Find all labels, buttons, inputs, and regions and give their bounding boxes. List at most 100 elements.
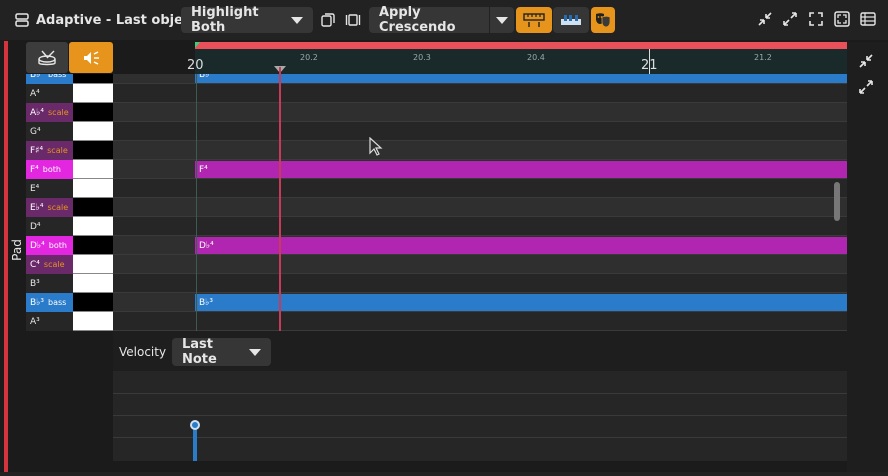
midi-note-label: B♭⁴ — [199, 74, 214, 80]
piano-key-swatch[interactable] — [73, 217, 113, 236]
ruler-icon — [523, 13, 545, 27]
grid-row[interactable] — [113, 312, 847, 331]
piano-key-label: A³ — [26, 312, 73, 331]
keyboard-button[interactable] — [553, 7, 589, 33]
piano-key-tag: bass — [48, 74, 67, 79]
collapse-button[interactable] — [756, 10, 774, 28]
list-icon — [860, 12, 876, 26]
note-grid[interactable]: B♭⁴ F⁴ D♭⁴ B♭³ — [113, 74, 847, 331]
piano-key-swatch[interactable] — [73, 274, 113, 293]
speaker-icon — [84, 50, 99, 65]
piano-key-swatch[interactable] — [73, 293, 113, 312]
expand-button[interactable] — [781, 10, 799, 28]
piano-key-label: D⁴ — [26, 217, 73, 236]
grid-row[interactable] — [113, 122, 847, 141]
piano-key[interactable]: A♭⁴ scale — [26, 103, 113, 122]
piano-key[interactable]: F⁴ both — [26, 160, 113, 179]
midi-note[interactable]: B♭⁴ — [195, 74, 847, 83]
midi-note[interactable]: B♭³ — [195, 294, 847, 311]
vertical-scrollbar-thumb[interactable] — [834, 182, 840, 221]
loop-region-bar[interactable] — [195, 42, 847, 49]
fullscreen-icon — [809, 12, 823, 26]
piano-key-swatch[interactable] — [73, 312, 113, 331]
fit-view-icon — [834, 11, 850, 27]
piano-key[interactable]: G⁴ — [26, 122, 113, 141]
piano-key-swatch[interactable] — [73, 236, 113, 255]
midi-note[interactable]: D♭⁴ — [195, 237, 847, 254]
ruler-tick: 20.3 — [413, 53, 431, 62]
listen-mode-button[interactable] — [69, 42, 113, 73]
fit-view-button[interactable] — [833, 10, 851, 28]
piano-key-swatch[interactable] — [73, 179, 113, 198]
expand-panel-button[interactable] — [857, 78, 875, 96]
drum-icon — [38, 50, 56, 65]
collapse-panel-button[interactable] — [857, 52, 875, 70]
piano-key-note: A³ — [30, 316, 40, 327]
piano-key[interactable]: B♭³ bass — [26, 293, 113, 312]
piano-key-swatch[interactable] — [73, 255, 113, 274]
piano-keyboard-icon — [561, 15, 581, 25]
velocity-lane[interactable] — [113, 371, 847, 461]
grid-row[interactable] — [113, 274, 847, 293]
piano-key-tag: scale — [47, 203, 69, 212]
piano-key[interactable]: F♯⁴ scale — [26, 141, 113, 160]
theater-masks-button[interactable] — [591, 7, 615, 33]
expand-icon — [859, 80, 873, 94]
list-view-button[interactable] — [859, 10, 877, 28]
highlight-dropdown[interactable]: Highlight Both — [181, 5, 313, 35]
piano-key-label: F⁴ both — [26, 160, 73, 179]
piano-key[interactable]: B♭⁴ bass — [26, 74, 113, 84]
piano-key-swatch[interactable] — [73, 160, 113, 179]
window-title[interactable]: Adaptive - Last object — [14, 8, 197, 32]
piano-key[interactable]: B³ — [26, 274, 113, 293]
piano-key[interactable]: A³ — [26, 312, 113, 331]
piano-key-swatch[interactable] — [73, 141, 113, 160]
piano-key-note: D♭⁴ — [30, 240, 45, 251]
piano-keyboard: B♭⁴ bass A⁴ A♭⁴ scale G⁴ F♯⁴ scale F⁴ both E⁴ E♭⁴ sc… — [26, 74, 113, 331]
apply-dropdown-value: Apply Crescendo — [379, 5, 456, 35]
piano-key[interactable]: C⁴ scale — [26, 255, 113, 274]
columns-button[interactable] — [344, 10, 362, 30]
piano-key-label: B♭⁴ bass — [26, 74, 73, 84]
velocity-bar[interactable] — [193, 426, 197, 461]
grid-row[interactable] — [113, 198, 847, 217]
velocity-handle[interactable] — [190, 420, 200, 430]
grid-row[interactable] — [113, 179, 847, 198]
piano-key-label: A♭⁴ scale — [26, 103, 73, 122]
ruler-snap-button[interactable] — [516, 7, 552, 33]
grid-row[interactable] — [113, 217, 847, 236]
expand-icon — [783, 12, 797, 26]
piano-key-tag: scale — [47, 146, 68, 155]
piano-key[interactable]: A⁴ — [26, 84, 113, 103]
piano-key-swatch[interactable] — [73, 198, 113, 217]
grid-row[interactable] — [113, 84, 847, 103]
piano-key-label: E♭⁴ scale — [26, 198, 73, 217]
piano-key-label: D♭⁴ both — [26, 236, 73, 255]
grid-row[interactable] — [113, 103, 847, 122]
apply-dropdown[interactable]: Apply Crescendo — [369, 5, 489, 35]
piano-key-swatch[interactable] — [73, 84, 113, 103]
piano-key[interactable]: E⁴ — [26, 179, 113, 198]
piano-key-label: G⁴ — [26, 122, 73, 141]
piano-key-tag: both — [42, 165, 61, 174]
piano-key-note: F♯⁴ — [30, 145, 44, 156]
copy-button[interactable] — [319, 10, 337, 30]
piano-key[interactable]: D♭⁴ both — [26, 236, 113, 255]
piano-key-swatch[interactable] — [73, 103, 113, 122]
piano-key-swatch[interactable] — [73, 74, 113, 84]
piano-key[interactable]: D⁴ — [26, 217, 113, 236]
piano-key[interactable]: E♭⁴ scale — [26, 198, 113, 217]
playhead[interactable] — [279, 67, 281, 331]
drum-mode-button[interactable] — [26, 42, 68, 73]
fullscreen-button[interactable] — [807, 10, 825, 28]
apply-menu-button[interactable] — [490, 7, 514, 33]
loop-start-marker[interactable] — [195, 42, 200, 48]
midi-note[interactable]: F⁴ — [195, 161, 847, 178]
piano-key-swatch[interactable] — [73, 122, 113, 141]
right-sidebar — [847, 42, 888, 472]
grid-row[interactable] — [113, 255, 847, 274]
grid-row[interactable] — [113, 141, 847, 160]
piano-key-note: C⁴ — [30, 259, 40, 270]
velocity-mode-dropdown[interactable]: Last Note — [172, 337, 271, 367]
velocity-grid-line — [113, 437, 847, 438]
